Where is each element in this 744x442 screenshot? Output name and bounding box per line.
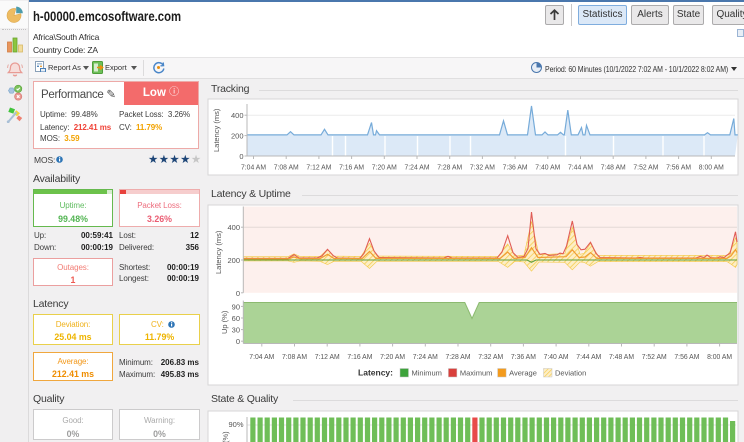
svg-text:8:00 AM: 8:00 AM bbox=[707, 352, 732, 361]
svg-text:7:44 AM: 7:44 AM bbox=[576, 352, 601, 361]
svg-text:30: 30 bbox=[232, 326, 240, 335]
svg-text:0: 0 bbox=[236, 289, 240, 298]
svg-text:7:32 AM: 7:32 AM bbox=[470, 163, 495, 172]
svg-text:(%): (%) bbox=[221, 431, 230, 442]
svg-text:7:20 AM: 7:20 AM bbox=[372, 163, 397, 172]
svg-text:400: 400 bbox=[227, 223, 240, 232]
svg-text:Latency (ms): Latency (ms) bbox=[214, 230, 223, 274]
svg-text:7:24 AM: 7:24 AM bbox=[413, 352, 438, 361]
svg-text:60: 60 bbox=[232, 314, 240, 323]
svg-text:7:32 AM: 7:32 AM bbox=[478, 352, 503, 361]
svg-text:7:12 AM: 7:12 AM bbox=[306, 163, 331, 172]
svg-text:0: 0 bbox=[239, 152, 243, 161]
svg-text:7:20 AM: 7:20 AM bbox=[380, 352, 405, 361]
svg-text:90%: 90% bbox=[228, 420, 243, 429]
svg-text:7:08 AM: 7:08 AM bbox=[282, 352, 307, 361]
svg-text:7:04 AM: 7:04 AM bbox=[241, 163, 266, 172]
svg-text:7:28 AM: 7:28 AM bbox=[437, 163, 462, 172]
svg-text:Up (%): Up (%) bbox=[220, 310, 229, 334]
svg-text:7:48 AM: 7:48 AM bbox=[601, 163, 626, 172]
svg-text:7:04 AM: 7:04 AM bbox=[249, 352, 274, 361]
svg-text:7:56 AM: 7:56 AM bbox=[666, 163, 691, 172]
svg-text:7:24 AM: 7:24 AM bbox=[405, 163, 430, 172]
svg-text:200: 200 bbox=[227, 256, 240, 265]
svg-text:0: 0 bbox=[236, 337, 240, 346]
svg-text:7:12 AM: 7:12 AM bbox=[315, 352, 340, 361]
svg-text:Average: Average bbox=[509, 369, 537, 378]
svg-text:7:40 AM: 7:40 AM bbox=[535, 163, 560, 172]
svg-text:Minimum: Minimum bbox=[412, 369, 442, 378]
svg-text:7:36 AM: 7:36 AM bbox=[511, 352, 536, 361]
svg-text:Maximum: Maximum bbox=[460, 369, 493, 378]
svg-text:7:28 AM: 7:28 AM bbox=[446, 352, 471, 361]
svg-text:90: 90 bbox=[232, 302, 240, 311]
svg-text:8:00 AM: 8:00 AM bbox=[699, 163, 724, 172]
svg-text:7:08 AM: 7:08 AM bbox=[274, 163, 299, 172]
svg-text:400: 400 bbox=[231, 111, 244, 120]
svg-text:Latency:: Latency: bbox=[358, 368, 393, 378]
svg-text:Deviation: Deviation bbox=[555, 369, 586, 378]
svg-text:7:44 AM: 7:44 AM bbox=[568, 163, 593, 172]
svg-text:7:40 AM: 7:40 AM bbox=[544, 352, 569, 361]
svg-text:7:36 AM: 7:36 AM bbox=[503, 163, 528, 172]
svg-text:7:16 AM: 7:16 AM bbox=[347, 352, 372, 361]
svg-text:Latency (ms): Latency (ms) bbox=[212, 108, 221, 152]
svg-text:7:52 AM: 7:52 AM bbox=[633, 163, 658, 172]
svg-text:7:52 AM: 7:52 AM bbox=[642, 352, 667, 361]
svg-text:7:56 AM: 7:56 AM bbox=[674, 352, 699, 361]
svg-text:200: 200 bbox=[231, 132, 244, 141]
svg-text:7:16 AM: 7:16 AM bbox=[339, 163, 364, 172]
svg-text:7:48 AM: 7:48 AM bbox=[609, 352, 634, 361]
